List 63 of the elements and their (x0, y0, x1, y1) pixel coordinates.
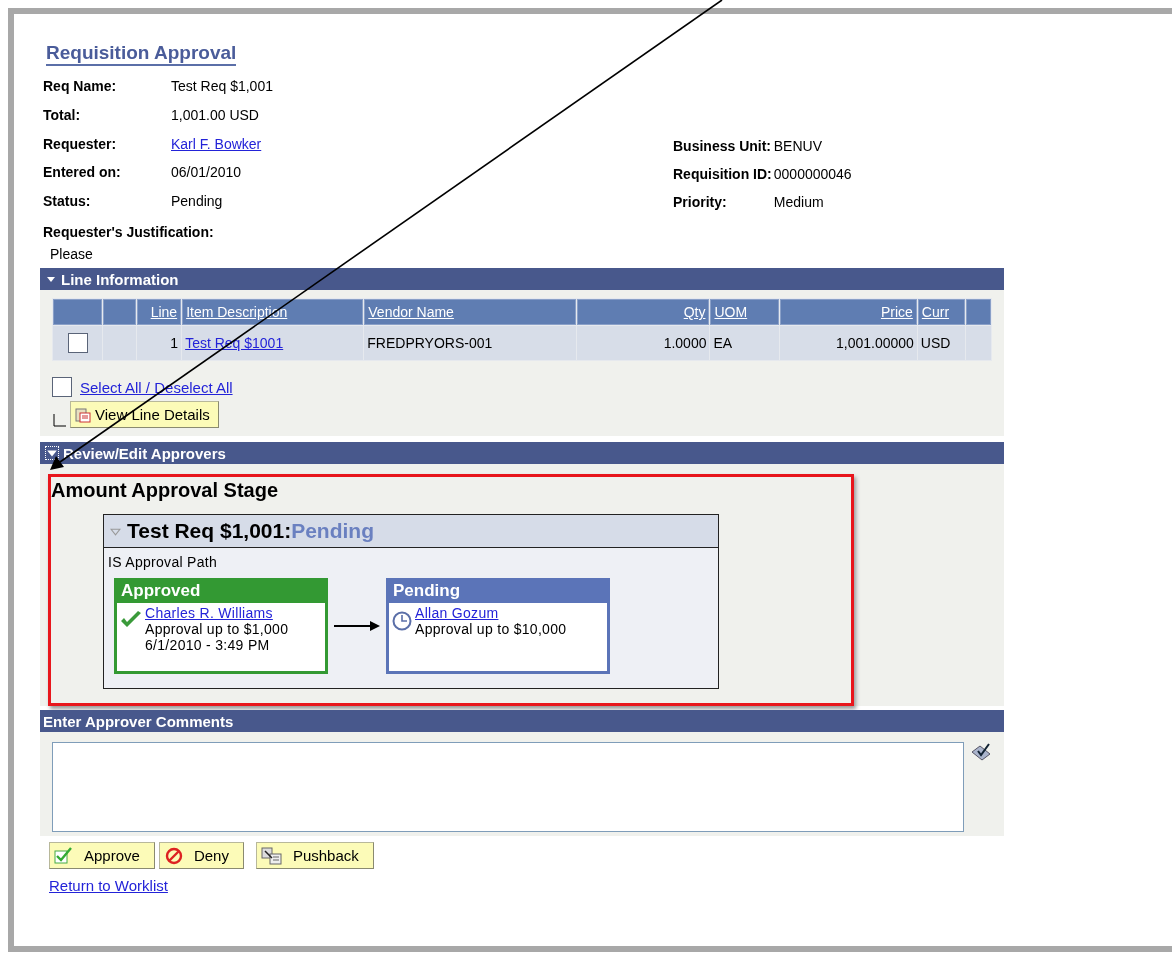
collapse-icon (46, 447, 58, 459)
document-icon (75, 406, 91, 423)
column-sort-link[interactable]: Curr (921, 304, 950, 320)
tree-connector-icon (52, 414, 66, 428)
column-sort-link[interactable]: UOM (714, 304, 748, 320)
table-header-cell (53, 299, 103, 325)
section-header[interactable]: Line Information (40, 268, 1004, 290)
field-label: Priority: (673, 194, 728, 210)
step-status: Approved (117, 581, 325, 603)
field-value: Medium (773, 194, 825, 210)
table-cell: EA (713, 335, 733, 351)
table-cell: FREDPRYORS-001 (367, 335, 493, 351)
table-cell: 1 (170, 335, 179, 351)
field-label: Total: (43, 106, 82, 124)
field-label: Business Unit: (673, 138, 772, 154)
field-value: BENUV (773, 138, 823, 154)
path-name: IS Approval Path (107, 553, 219, 572)
action-button[interactable]: Approve (49, 842, 155, 869)
row-checkbox[interactable] (67, 333, 88, 353)
approver-link[interactable]: Charles R. Williams (145, 605, 273, 621)
return-link[interactable]: Return to Worklist (49, 877, 168, 894)
step-status: Pending (389, 581, 607, 603)
column-sort-link[interactable]: Qty (683, 304, 706, 320)
field-label: Entered on: (43, 164, 122, 182)
path-title: Test Req $1,001:Pending (127, 519, 375, 543)
check-icon (120, 611, 142, 629)
column-sort-link[interactable]: Price (880, 304, 913, 320)
field-label: Requisition ID: (673, 166, 772, 182)
page-title: Requisition Approval (46, 42, 237, 66)
field-value: Please (49, 246, 94, 262)
action-button[interactable]: Pushback (255, 842, 374, 869)
checkbox-tick-icon (54, 846, 74, 865)
field-value: 0000000046 (773, 166, 852, 182)
arrow-icon (334, 620, 380, 632)
document-arrow-icon (260, 846, 283, 865)
field-value: 1,001.00 USD (171, 106, 260, 124)
field-value: Pending (171, 193, 224, 210)
section-title: Enter Approver Comments (43, 712, 234, 730)
step-detail: Approval up to $10,000 (415, 621, 567, 637)
prohibited-icon (163, 846, 184, 865)
field-label: Requester's Justification: (42, 224, 215, 240)
table-cell: 1.0000 (663, 335, 707, 351)
stage-title: Amount Approval Stage (51, 479, 280, 502)
field-label: Requester: (43, 135, 118, 153)
clock-icon (392, 611, 412, 631)
step-detail: 6/1/2010 - 3:49 PM (145, 637, 271, 653)
column-sort-link[interactable]: Line (150, 304, 178, 320)
field-value: 06/01/2010 (171, 164, 243, 182)
comments-field[interactable] (52, 742, 964, 832)
action-button[interactable]: Deny (158, 842, 244, 869)
step-detail: Approval up to $1,000 (145, 621, 289, 637)
requester-link[interactable]: Karl F. Bowker (171, 135, 673, 153)
column-sort-link[interactable]: Vendor Name (368, 304, 454, 320)
section-title: Line Information (61, 270, 179, 288)
approver-link[interactable]: Allan Gozum (415, 605, 499, 621)
table-cell: USD (920, 335, 951, 351)
field-label: Req Name: (43, 78, 118, 95)
field-label: Status: (43, 193, 92, 210)
view-line-details-button[interactable]: View Line Details (70, 401, 219, 428)
table-cell: 1,001.00000 (835, 335, 914, 351)
select-all-checkbox[interactable] (52, 377, 72, 397)
field-value: Test Req $1,001 (171, 78, 274, 95)
collapse-icon (46, 274, 56, 284)
